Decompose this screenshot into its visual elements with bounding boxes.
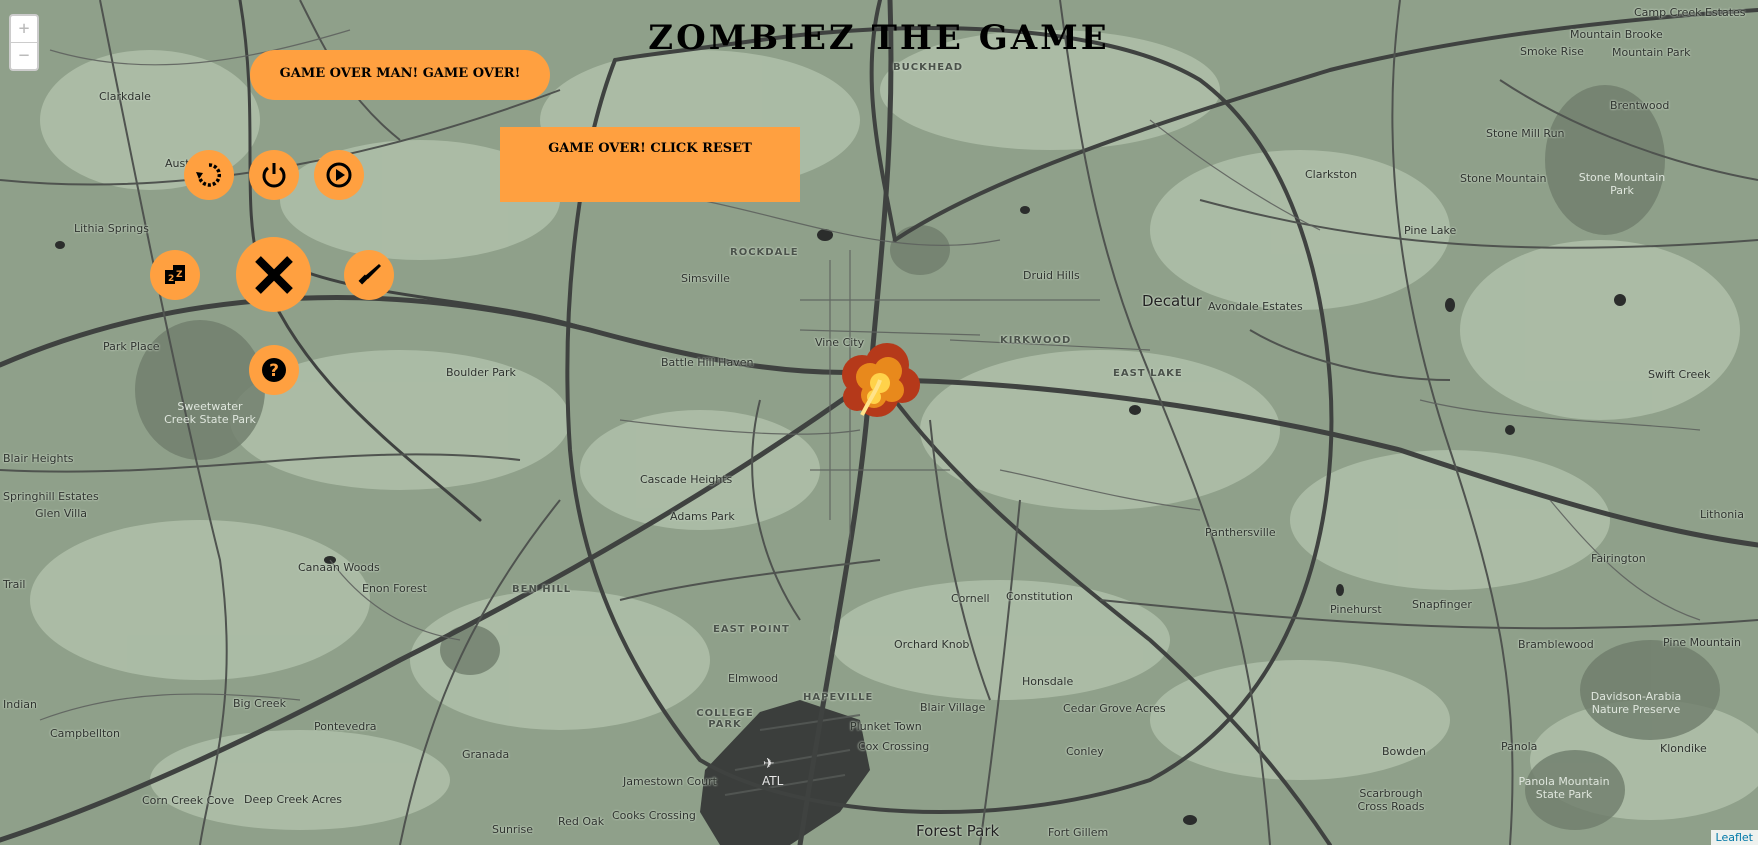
map-label: Klondike bbox=[1660, 742, 1707, 755]
map-label: Honsdale bbox=[1022, 675, 1074, 688]
map-label: Canaan Woods bbox=[298, 561, 380, 574]
svg-text:Z: Z bbox=[176, 270, 183, 280]
map-label: Simsville bbox=[681, 272, 730, 285]
map-label: Elmwood bbox=[728, 672, 779, 685]
zombie-count-button[interactable]: 2 Z bbox=[150, 250, 200, 300]
svg-text:?: ? bbox=[269, 361, 279, 381]
map-label: EAST LAKE bbox=[1113, 368, 1183, 379]
svg-text:2: 2 bbox=[168, 274, 174, 284]
map-label: Big Creek bbox=[233, 697, 286, 710]
map-label: Stone Mountain Park bbox=[1578, 171, 1666, 197]
map-label: BUCKHEAD bbox=[893, 62, 964, 73]
map-label: Conley bbox=[1066, 745, 1104, 758]
leaflet-attribution[interactable]: Leaflet bbox=[1710, 830, 1758, 845]
map-label: Stone Mill Run bbox=[1486, 127, 1565, 140]
map-label: Druid Hills bbox=[1023, 269, 1080, 282]
map-label: Decatur bbox=[1142, 292, 1202, 310]
map-label: Boulder Park bbox=[446, 366, 516, 379]
map-label: Orchard Knob bbox=[894, 638, 970, 651]
map-label: Cedar Grove Acres bbox=[1063, 702, 1166, 715]
map-label: Swift Creek bbox=[1648, 368, 1711, 381]
map-label: Clarkdale bbox=[99, 90, 151, 103]
close-icon bbox=[254, 255, 293, 294]
map-label: Lithia Springs bbox=[74, 222, 149, 235]
map-label: Bramblewood bbox=[1518, 638, 1594, 651]
question-icon: ? bbox=[262, 358, 286, 382]
map-label: Springhill Estates bbox=[3, 490, 99, 503]
map-label: Sweetwater Creek State Park bbox=[164, 400, 256, 426]
map-label: Pine Mountain bbox=[1663, 636, 1741, 649]
map-label: Enon Forest bbox=[362, 582, 427, 595]
map-label: HAPEVILLE bbox=[803, 692, 874, 703]
map-label: Bowden bbox=[1382, 745, 1426, 758]
zombie-icon: 2 Z bbox=[165, 265, 185, 284]
play-icon bbox=[326, 162, 352, 188]
airport-icon: ✈ bbox=[763, 756, 775, 772]
map-label: Cooks Crossing bbox=[612, 809, 696, 822]
map-label: Davidson-Arabia Nature Preserve bbox=[1590, 690, 1682, 716]
map-label: Pine Lake bbox=[1404, 224, 1457, 237]
play-button[interactable] bbox=[314, 150, 364, 200]
map-label: Clarkston bbox=[1305, 168, 1358, 181]
message-box: GAME OVER! CLICK RESET bbox=[500, 127, 800, 202]
map-label: Jamestown Court bbox=[623, 775, 717, 788]
map-label: Granada bbox=[462, 748, 510, 761]
map-label: Panola bbox=[1501, 740, 1538, 753]
map-label: Sunrise bbox=[492, 823, 534, 836]
map-label: Forest Park bbox=[916, 822, 1000, 840]
map-label: Brentwood bbox=[1610, 99, 1670, 112]
map-label: Scarbrough Cross Roads bbox=[1357, 787, 1425, 813]
knife-icon bbox=[358, 264, 381, 285]
map-label: Park Place bbox=[103, 340, 160, 353]
map-label: Avondale Estates bbox=[1208, 300, 1303, 313]
map-label: Lithonia bbox=[1700, 508, 1744, 521]
map-label: Red Oak bbox=[558, 815, 605, 828]
map-label: Panola Mountain State Park bbox=[1518, 775, 1610, 801]
map-label: Cox Crossing bbox=[858, 740, 930, 753]
help-button[interactable]: ? bbox=[249, 345, 299, 395]
map-label: ROCKDALE bbox=[730, 247, 799, 258]
map-label: Panthersville bbox=[1205, 526, 1276, 539]
map-label: Campbellton bbox=[50, 727, 120, 740]
map-label: Deep Creek Acres bbox=[244, 793, 343, 806]
explosion-icon bbox=[842, 343, 920, 417]
map-label: Blair Heights bbox=[3, 452, 74, 465]
map-label: Pinehurst bbox=[1330, 603, 1382, 616]
map-label: Cornell bbox=[951, 592, 990, 605]
map-label: Adams Park bbox=[670, 510, 735, 523]
map-label: Pontevedra bbox=[314, 720, 377, 733]
map-label: Indian bbox=[3, 698, 37, 711]
map-label: Snapfinger bbox=[1412, 598, 1472, 611]
power-button[interactable] bbox=[249, 150, 299, 200]
reset-button[interactable] bbox=[184, 150, 234, 200]
map-label: Battle Hill Haven bbox=[661, 356, 754, 369]
map-label: Blair Village bbox=[920, 701, 986, 714]
map-label: Fairington bbox=[1591, 552, 1646, 565]
map-label: Plunket Town bbox=[850, 720, 922, 733]
map-label: Glen Villa bbox=[35, 507, 88, 520]
map-label: ATL bbox=[762, 774, 784, 788]
close-button[interactable] bbox=[236, 237, 311, 312]
weapon-button[interactable] bbox=[344, 250, 394, 300]
map-label: Fort Gillem bbox=[1048, 826, 1109, 839]
game-over-banner: GAME OVER MAN! GAME OVER! bbox=[250, 50, 550, 100]
map-label: Corn Creek Cove bbox=[142, 794, 235, 807]
power-icon bbox=[262, 163, 286, 188]
map-label: KIRKWOOD bbox=[1000, 335, 1072, 346]
reset-icon bbox=[196, 163, 222, 187]
map-label: Trail bbox=[3, 578, 26, 591]
map-label: BEN HILL bbox=[512, 584, 572, 595]
map-label: Cascade Heights bbox=[640, 473, 733, 486]
map-label: COLLEGE PARK bbox=[696, 708, 754, 730]
map-label: Constitution bbox=[1006, 590, 1073, 603]
map-label: Stone Mountain bbox=[1460, 172, 1547, 185]
map-label: EAST POINT bbox=[713, 624, 790, 635]
